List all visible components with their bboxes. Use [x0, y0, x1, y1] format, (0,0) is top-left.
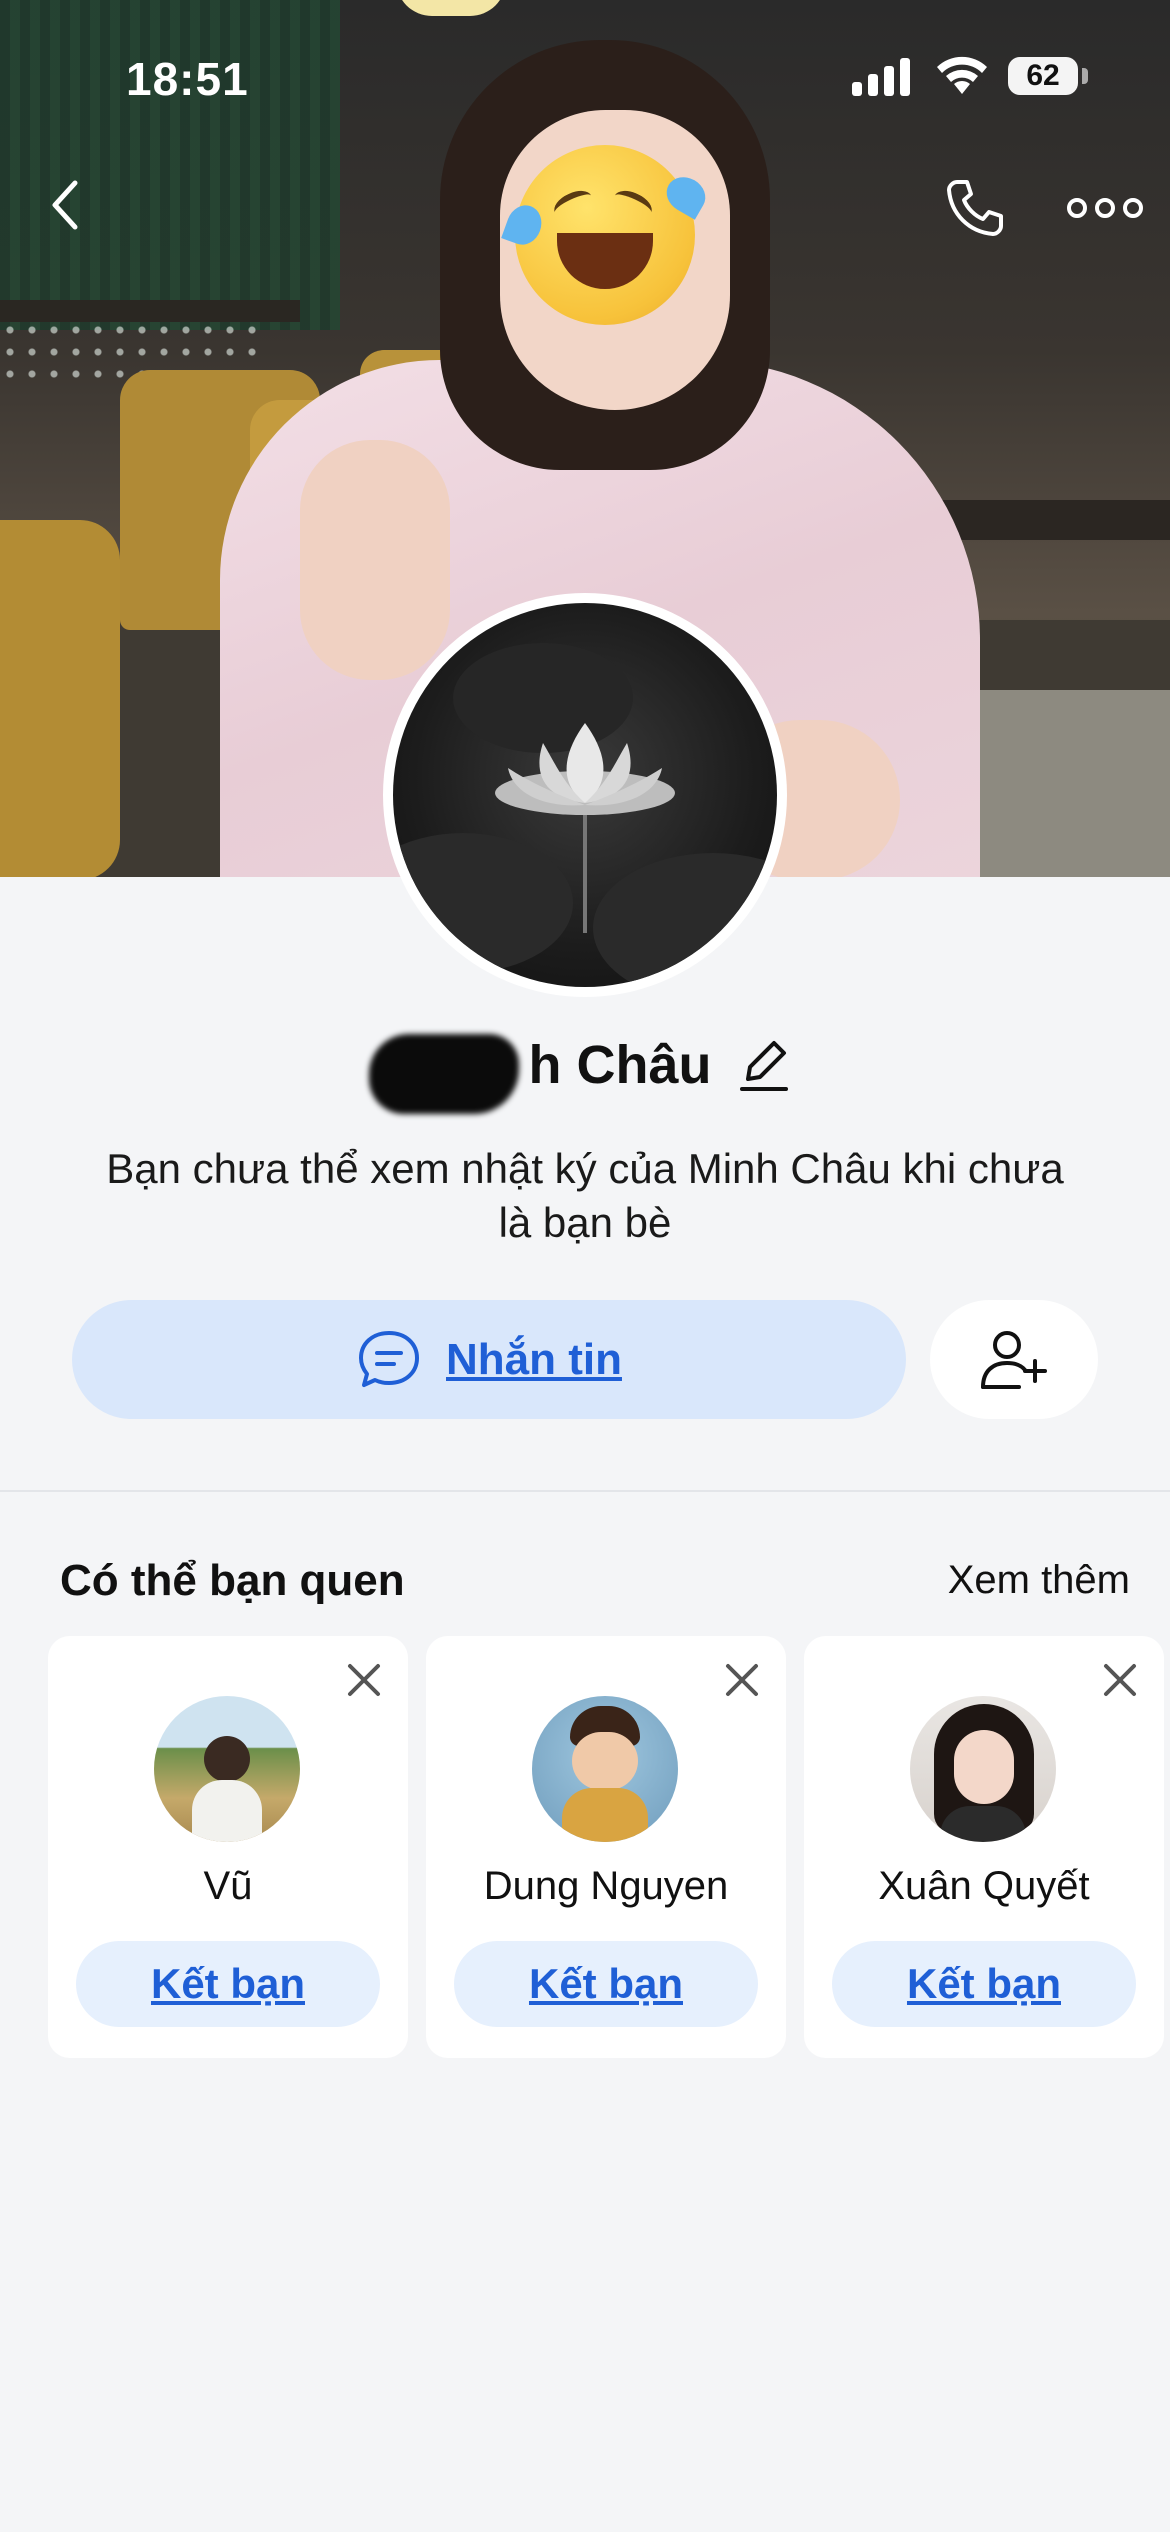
- call-button[interactable]: [935, 168, 1015, 248]
- suggestion-card[interactable]: Vũ Kết bạn: [48, 1636, 408, 2058]
- close-icon[interactable]: [1098, 1658, 1142, 1702]
- status-bar: 18:51 62: [0, 0, 1170, 150]
- suggestion-name: Vũ: [203, 1864, 253, 1908]
- name-redaction-scribble: [368, 1034, 519, 1114]
- battery-level: 62: [1026, 59, 1060, 92]
- suggestion-cards: Vũ Kết bạn Dung Nguyen Kết bạn Xuân Quyế…: [48, 1636, 1170, 2058]
- cover-shelf: [0, 300, 300, 322]
- privacy-note: Bạn chưa thể xem nhật ký của Minh Châu k…: [106, 1145, 1064, 1246]
- user-plus-icon: [981, 1330, 1047, 1389]
- suggestion-name: Xuân Quyết: [878, 1864, 1090, 1908]
- suggestion-avatar[interactable]: [154, 1696, 300, 1842]
- profile-name: h Châu: [528, 1035, 712, 1095]
- close-icon[interactable]: [342, 1658, 386, 1702]
- phone-icon: [947, 180, 1003, 236]
- avatar-person-body: [940, 1806, 1026, 1842]
- chat-bubble-icon: [359, 1330, 419, 1387]
- profile-name-wrap: h Châu: [368, 1034, 792, 1114]
- see-more-link[interactable]: Xem thêm: [948, 1558, 1130, 1603]
- avatar-character-body: [562, 1788, 648, 1842]
- close-icon[interactable]: [720, 1658, 764, 1702]
- signal-icon: [852, 58, 912, 96]
- profile-name-row: h Châu: [0, 1030, 1170, 1114]
- suggestions-title: Có thể bạn quen: [60, 1556, 405, 1605]
- add-friend-suggestion-button[interactable]: Kết bạn: [454, 1941, 758, 2027]
- suggestion-card[interactable]: Xuân Quyết Kết bạn: [804, 1636, 1164, 2058]
- avatar-character-face: [572, 1732, 638, 1790]
- signal-bar: [900, 58, 910, 96]
- avatar[interactable]: [393, 603, 777, 987]
- avatar-person: [204, 1736, 250, 1782]
- emoji-eye: [610, 185, 656, 223]
- signal-bar: [852, 82, 862, 96]
- add-friend-suggestion-button[interactable]: Kết bạn: [76, 1941, 380, 2027]
- status-time: 18:51: [126, 53, 249, 105]
- back-button[interactable]: [30, 170, 100, 240]
- signal-bar: [884, 66, 894, 96]
- signal-bar: [868, 74, 878, 96]
- laughing-emoji-icon: [501, 145, 712, 325]
- cover-chair: [0, 520, 120, 877]
- suggestion-name: Dung Nguyen: [483, 1864, 729, 1908]
- more-button[interactable]: [1060, 168, 1150, 248]
- chevron-left-icon: [52, 180, 78, 230]
- suggestion-avatar[interactable]: [910, 1696, 1056, 1842]
- suggestion-avatar[interactable]: [532, 1696, 678, 1842]
- lotus-icon: [495, 723, 675, 933]
- battery-icon: 62: [1008, 57, 1078, 95]
- pencil-icon[interactable]: [736, 1035, 792, 1095]
- avatar-person-body: [192, 1780, 262, 1842]
- message-button-label: Nhắn tin: [446, 1334, 622, 1384]
- add-friend-button[interactable]: [930, 1300, 1098, 1419]
- wifi-icon: [934, 52, 990, 96]
- add-friend-suggestion-button[interactable]: Kết bạn: [832, 1941, 1136, 2027]
- emoji-eye: [550, 185, 596, 223]
- section-divider: [0, 1490, 1170, 1492]
- message-button[interactable]: Nhắn tin: [72, 1300, 906, 1419]
- emoji-mouth: [557, 233, 653, 289]
- battery-cap: [1082, 68, 1088, 84]
- suggestion-card[interactable]: Dung Nguyen Kết bạn: [426, 1636, 786, 2058]
- avatar-person-face: [954, 1730, 1014, 1804]
- more-horizontal-icon: [1067, 198, 1143, 218]
